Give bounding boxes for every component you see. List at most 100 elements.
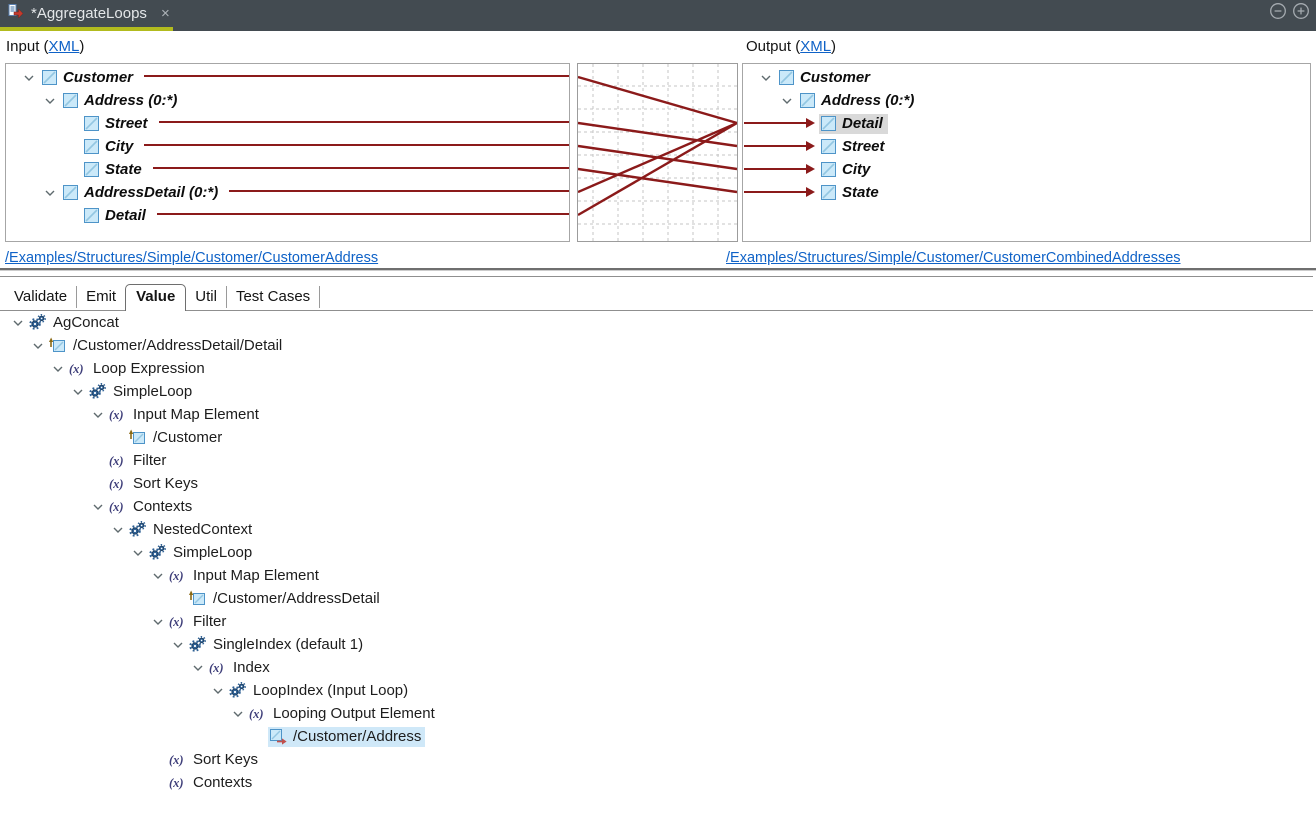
tree-row[interactable]: NestedContext (0, 518, 1316, 541)
tree-row[interactable]: LoopIndex (Input Loop) (0, 679, 1316, 702)
tab-test-cases[interactable]: Test Cases (227, 286, 320, 308)
tree-row[interactable]: City (6, 135, 569, 158)
tree-row[interactable]: /Customer/AddressDetail (0, 587, 1316, 610)
tree-row[interactable]: /Customer/AddressDetail/Detail (0, 334, 1316, 357)
tree-row[interactable]: Address (0:*) (6, 89, 569, 112)
tree-row[interactable]: Customer (6, 66, 569, 89)
svg-text:(x): (x) (209, 661, 224, 675)
tree-row[interactable]: (x)Index (0, 656, 1316, 679)
tree-row[interactable]: (x) Loop Expression (0, 357, 1316, 380)
tree-row[interactable]: /Customer (0, 426, 1316, 449)
tree-row[interactable]: Street (743, 135, 1310, 158)
tree-row[interactable]: SimpleLoop (0, 380, 1316, 403)
tree-node-label: SingleIndex (default 1) (213, 636, 363, 653)
tree-node-label: Detail (105, 207, 146, 224)
chevron-down-icon[interactable] (88, 412, 108, 418)
tree-row[interactable]: (x)Sort Keys (0, 748, 1316, 771)
minus-circle-icon[interactable] (1269, 2, 1287, 25)
map-file-icon (8, 3, 24, 24)
chevron-down-icon[interactable] (39, 98, 61, 104)
chevron-down-icon[interactable] (776, 98, 798, 104)
tree-row[interactable]: AddressDetail (0:*) (6, 181, 569, 204)
chevron-down-icon[interactable] (39, 190, 61, 196)
chevron-down-icon[interactable] (755, 75, 777, 81)
tab-validate[interactable]: Validate (5, 286, 77, 308)
tree-node-label: City (105, 138, 133, 155)
tree-row[interactable]: (x)Sort Keys (0, 472, 1316, 495)
chevron-down-icon[interactable] (168, 642, 188, 648)
mapping-line[interactable] (578, 77, 737, 123)
input-structure-link[interactable]: /Examples/Structures/Simple/Customer/Cus… (5, 250, 378, 266)
tree-row[interactable]: (x)Filter (0, 449, 1316, 472)
editor-tab-bar: *AggregateLoops × (0, 0, 1316, 31)
tab-strip-baseline (0, 310, 1313, 311)
svg-text:(x): (x) (109, 477, 124, 491)
tree-row[interactable]: Address (0:*) (743, 89, 1310, 112)
tree-node: AgConcat (28, 313, 123, 333)
tree-node-label: Loop Expression (93, 360, 205, 377)
tree-node: Detail (82, 206, 151, 226)
tree-row[interactable]: /Customer/Address (0, 725, 1316, 748)
chevron-down-icon[interactable] (148, 573, 168, 579)
tree-node-label: Address (0:*) (821, 92, 914, 109)
tree-row[interactable]: Street (6, 112, 569, 135)
chevron-down-icon[interactable] (28, 343, 48, 349)
close-tab-icon[interactable]: × (157, 5, 174, 22)
chevron-down-icon[interactable] (68, 389, 88, 395)
chevron-down-icon[interactable] (18, 75, 40, 81)
tree-node-label: Street (105, 115, 148, 132)
tree-row[interactable]: State (6, 158, 569, 181)
tree-node-label: Customer (63, 69, 133, 86)
mapping-arrow-line (744, 145, 807, 147)
mapping-grid-panel (577, 63, 738, 242)
mapping-lines-canvas (578, 64, 737, 241)
gears-icon (29, 314, 49, 330)
svg-text:(x): (x) (169, 753, 184, 767)
chevron-down-icon[interactable] (8, 320, 28, 326)
tree-row[interactable]: (x)Looping Output Element (0, 702, 1316, 725)
chevron-down-icon[interactable] (228, 711, 248, 717)
chevron-down-icon[interactable] (148, 619, 168, 625)
tree-node: AddressDetail (0:*) (61, 183, 223, 203)
tab-value[interactable]: Value (125, 284, 186, 311)
tree-row[interactable]: Detail (6, 204, 569, 227)
tree-row[interactable]: (x)Filter (0, 610, 1316, 633)
mapping-wire (144, 144, 569, 146)
input-header-suffix: ) (79, 38, 84, 55)
tree-row[interactable]: (x)Contexts (0, 495, 1316, 518)
tree-row[interactable]: (x)Contexts (0, 771, 1316, 794)
tab-util[interactable]: Util (186, 286, 227, 308)
editor-tab-title: *AggregateLoops (31, 5, 147, 22)
bottom-tab-strip: ValidateEmitValueUtilTest Cases (0, 277, 1316, 311)
tree-row[interactable]: City (743, 158, 1310, 181)
tree-row[interactable]: SingleIndex (default 1) (0, 633, 1316, 656)
chevron-down-icon[interactable] (128, 550, 148, 556)
tree-row[interactable]: SimpleLoop (0, 541, 1316, 564)
tree-node-label: Input Map Element (133, 406, 259, 423)
svg-text:(x): (x) (69, 362, 84, 376)
tree-row[interactable]: (x) Input Map Element (0, 403, 1316, 426)
chevron-down-icon[interactable] (108, 527, 128, 533)
chevron-down-icon[interactable] (208, 688, 228, 694)
tree-row[interactable]: State (743, 181, 1310, 204)
tree-node: Street (82, 114, 153, 134)
tree-node-label: /Customer (153, 429, 222, 446)
tree-node: (x)Sort Keys (168, 750, 262, 770)
tree-row[interactable]: AgConcat (0, 311, 1316, 334)
editor-tab-aggregateloops[interactable]: *AggregateLoops × (0, 0, 174, 27)
chevron-down-icon[interactable] (188, 665, 208, 671)
output-xml-link[interactable]: XML (800, 38, 831, 55)
tree-row[interactable]: Customer (743, 66, 1310, 89)
expression-icon: (x) (109, 407, 129, 422)
tree-node-label: Looping Output Element (273, 705, 435, 722)
plus-circle-icon[interactable] (1292, 2, 1310, 25)
mapping-arrowhead-icon (806, 141, 815, 151)
tree-row[interactable]: Detail (743, 112, 1310, 135)
input-xml-link[interactable]: XML (49, 38, 80, 55)
tree-node: (x)Contexts (168, 773, 256, 793)
tree-row[interactable]: (x)Input Map Element (0, 564, 1316, 587)
chevron-down-icon[interactable] (48, 366, 68, 372)
chevron-down-icon[interactable] (88, 504, 108, 510)
tab-emit[interactable]: Emit (77, 286, 125, 308)
output-structure-link[interactable]: /Examples/Structures/Simple/Customer/Cus… (726, 250, 1181, 266)
